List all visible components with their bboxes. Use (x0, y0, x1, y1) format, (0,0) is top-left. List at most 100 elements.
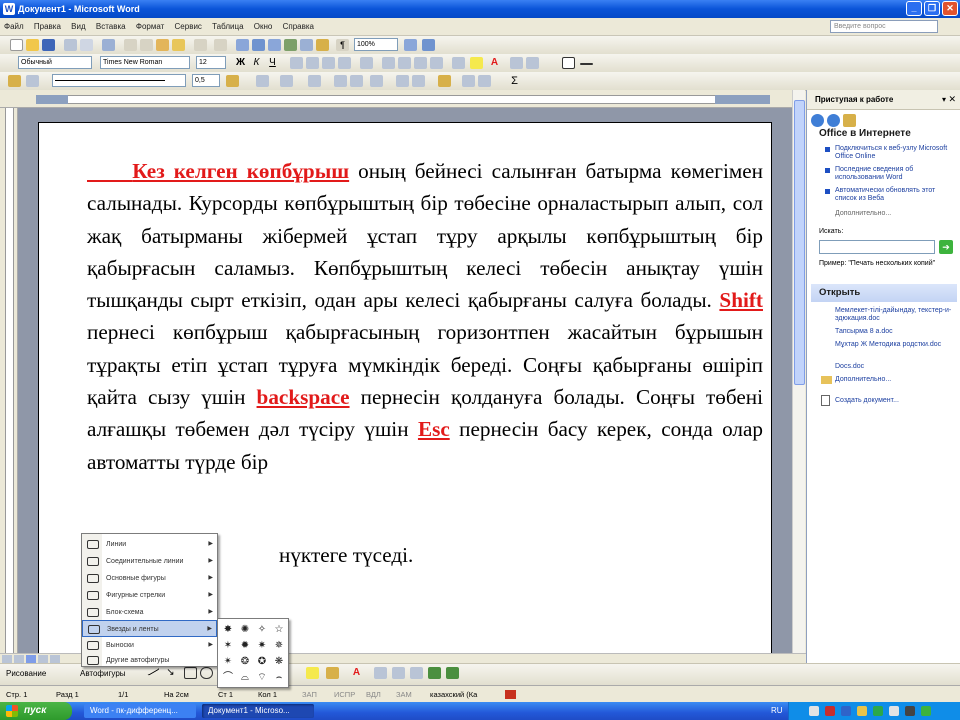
border-icon[interactable] (452, 57, 465, 69)
align-cell-icon[interactable] (370, 75, 383, 87)
border-color-icon[interactable] (226, 75, 239, 87)
shape-circle-star-icon[interactable]: ✪ (254, 655, 270, 669)
eraser-icon[interactable] (26, 75, 39, 87)
autoformat-icon[interactable] (438, 75, 451, 87)
fill-color-icon[interactable] (306, 667, 319, 679)
draw-font-color-icon[interactable]: A (350, 667, 363, 679)
ltr-icon[interactable] (510, 57, 523, 69)
insert-table-icon-2[interactable] (308, 75, 321, 87)
tray-icon[interactable] (873, 706, 883, 716)
tray-icon[interactable] (905, 706, 915, 716)
line-icon[interactable] (580, 63, 593, 65)
line-style-icon[interactable] (374, 667, 387, 679)
tray-icon[interactable] (809, 706, 819, 716)
tray-icon[interactable] (921, 706, 931, 716)
split-cells-icon[interactable] (350, 75, 363, 87)
recent-file-1[interactable]: Мемлекет-тілі-дайындау, текстер-и-эдюкац… (835, 307, 955, 323)
autoshapes-menu-label[interactable]: Автофигуры (80, 669, 126, 678)
show-hide-paragraph-icon[interactable]: ¶ (336, 39, 349, 51)
open-folder-icon[interactable] (26, 39, 39, 51)
status-ovr[interactable]: ЗАМ (396, 686, 412, 703)
shape-explosion2-icon[interactable]: ✺ (237, 623, 253, 637)
menu-item-block-arrows[interactable]: Фигурные стрелки ▶ (82, 587, 217, 604)
shape-seal-icon[interactable]: ✴ (220, 655, 236, 669)
tray-icon[interactable] (857, 706, 867, 716)
menu-format[interactable]: Формат (132, 18, 168, 36)
shape-curved-ribbon-icon[interactable]: ⌔ (254, 671, 270, 685)
scrollbar-thumb[interactable] (794, 100, 805, 385)
horizontal-ruler[interactable] (0, 90, 805, 108)
draw-table-icon[interactable] (8, 75, 21, 87)
line-style-select[interactable] (52, 74, 186, 87)
new-document-icon[interactable] (10, 39, 23, 51)
search-go-icon[interactable]: ➔ (939, 240, 953, 254)
tray-icon[interactable] (889, 706, 899, 716)
maximize-button[interactable]: ❐ (924, 1, 940, 16)
menu-item-flowchart[interactable]: Блок-схема ▶ (82, 604, 217, 621)
status-trk[interactable]: ИСПР (334, 686, 355, 703)
bullets-icon[interactable] (398, 57, 411, 69)
shape-explosion1-icon[interactable]: ✸ (220, 623, 236, 637)
close-button[interactable]: ✕ (942, 1, 958, 16)
menu-edit[interactable]: Правка (30, 18, 65, 36)
status-rec[interactable]: ЗАП (302, 686, 317, 703)
shape-wave-icon[interactable]: ⌢ (271, 671, 287, 685)
3d-icon[interactable] (446, 667, 459, 679)
menu-file[interactable]: Файл (0, 18, 28, 36)
menu-item-lines[interactable]: Линии ▶ (82, 536, 217, 553)
align-center-icon[interactable] (306, 57, 319, 69)
decrease-indent-icon[interactable] (414, 57, 427, 69)
shadow-icon[interactable] (428, 667, 441, 679)
menu-item-basic-shapes[interactable]: Основные фигуры ▶ (82, 570, 217, 587)
shape-5-point-star-icon[interactable]: ☆ (271, 623, 287, 637)
recent-file-4[interactable]: Docs.doc (835, 363, 955, 371)
table-border-icon[interactable] (562, 57, 575, 69)
reading-view-icon[interactable] (50, 655, 60, 663)
menu-window[interactable]: Окно (250, 18, 277, 36)
menu-item-connectors[interactable]: Соединительные линии ▶ (82, 553, 217, 570)
sort-asc-icon[interactable] (462, 75, 475, 87)
increase-indent-icon[interactable] (430, 57, 443, 69)
copy-icon[interactable] (140, 39, 153, 51)
shape-sun-star-icon[interactable]: ❂ (237, 655, 253, 669)
reading-mode-icon[interactable] (404, 39, 417, 51)
link-auto-update[interactable]: Автоматически обновлять этот список из В… (835, 187, 955, 203)
back-icon[interactable] (811, 114, 824, 127)
redo-icon[interactable] (214, 39, 227, 51)
drawing-icon[interactable] (316, 39, 329, 51)
recent-file-3[interactable]: Мұхтар Ж Методика родстки.doc (835, 341, 955, 349)
shading-icon[interactable] (280, 75, 293, 87)
sort-desc-icon[interactable] (478, 75, 491, 87)
outside-border-icon[interactable] (256, 75, 269, 87)
font-select[interactable]: Times New Roman (100, 56, 190, 69)
start-button[interactable]: пуск (0, 702, 72, 720)
shape-up-ribbon-icon[interactable]: ⌒ (220, 671, 236, 685)
minimize-button[interactable]: _ (906, 1, 922, 16)
link-office-online[interactable]: Подключиться к веб-узлу Microsoft Office… (835, 145, 955, 161)
bold-button[interactable]: Ж (234, 57, 247, 69)
cut-icon[interactable] (124, 39, 137, 51)
rtl-icon[interactable] (526, 57, 539, 69)
distribute-columns-icon[interactable] (412, 75, 425, 87)
undo-icon[interactable] (194, 39, 207, 51)
font-size-select[interactable]: 12 (196, 56, 226, 69)
task-pane-menu-icon[interactable]: ▾ (942, 95, 946, 104)
spelling-status-icon[interactable] (505, 690, 516, 699)
menu-insert[interactable]: Вставка (92, 18, 130, 36)
shape-4-point-star-icon[interactable]: ✧ (254, 623, 270, 637)
align-right-icon[interactable] (322, 57, 335, 69)
home-icon[interactable] (843, 114, 856, 127)
menu-tools[interactable]: Сервис (171, 18, 206, 36)
style-select[interactable]: Обычный (18, 56, 92, 69)
print-preview-icon[interactable] (80, 39, 93, 51)
line-weight-select[interactable]: 0,5 (192, 74, 220, 87)
link-more[interactable]: Дополнительно... (835, 210, 955, 218)
open-more-link[interactable]: Дополнительно... (835, 376, 955, 384)
print-icon[interactable] (64, 39, 77, 51)
save-icon[interactable] (42, 39, 55, 51)
print-layout-icon[interactable] (26, 655, 36, 663)
vertical-ruler[interactable] (0, 108, 18, 653)
task-pane-title[interactable]: Приступая к работе (807, 90, 960, 110)
hyperlink-icon[interactable] (236, 39, 249, 51)
paste-icon[interactable] (156, 39, 169, 51)
